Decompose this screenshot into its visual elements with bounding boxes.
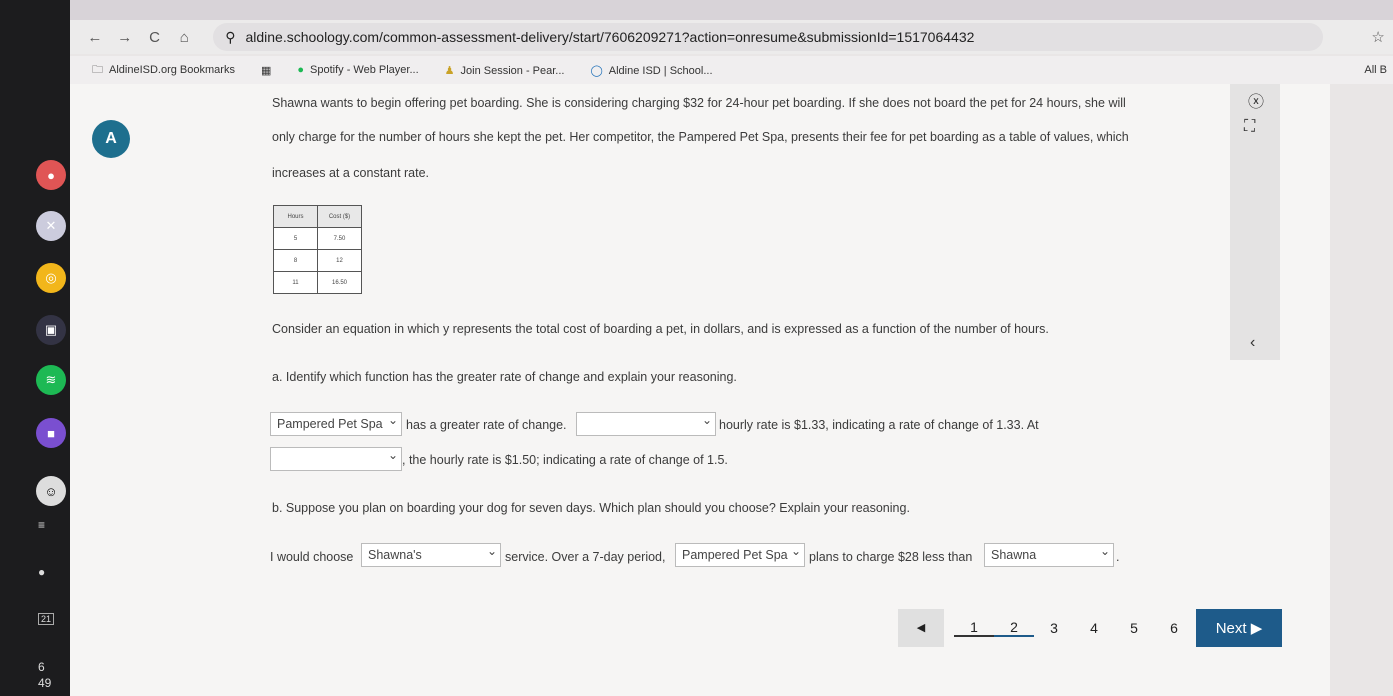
prev-button[interactable]: ◀: [898, 609, 944, 647]
app-icon[interactable]: ■: [36, 418, 66, 448]
question-text: Shawna wants to begin offering pet board…: [272, 96, 1126, 110]
question-text: increases at a constant rate.: [272, 166, 430, 180]
part-b-prompt: b. Suppose you plan on boarding your dog…: [272, 501, 910, 515]
bookmark[interactable]: 🗀 AldineISD.org Bookmarks: [92, 61, 235, 80]
bookmark[interactable]: ♟ Join Session - Pear...: [445, 64, 565, 77]
cost-table: Hours Cost ($) 5 7.50 8 12 11 16.50: [273, 205, 362, 294]
answer-text: , the hourly rate is $1.50; indicating a…: [402, 453, 728, 467]
apps-icon[interactable]: ▦: [261, 64, 271, 77]
dropdown-a2[interactable]: [576, 412, 716, 436]
star-icon[interactable]: ☆: [1363, 28, 1393, 46]
app-icon[interactable]: ●: [36, 160, 66, 190]
page-6[interactable]: 6: [1154, 620, 1194, 636]
page-4[interactable]: 4: [1074, 620, 1114, 636]
back-icon[interactable]: ←: [80, 29, 110, 46]
answer-text: service. Over a 7-day period,: [505, 550, 666, 564]
read-aloud-icon[interactable]: A: [92, 120, 130, 158]
answer-text: .: [1116, 550, 1120, 564]
clock-minute: 49: [38, 676, 52, 690]
info-icon[interactable]: ●: [38, 565, 45, 579]
dropdown-b3[interactable]: Shawna: [984, 543, 1114, 567]
bookmarks-bar: 🗀 AldineISD.org Bookmarks ▦ ● Spotify - We…: [70, 56, 1393, 84]
folder-icon: 🗀: [92, 63, 103, 76]
next-button[interactable]: Next ▶: [1196, 609, 1282, 647]
app-icon[interactable]: ▣: [36, 315, 66, 345]
chrome-icon[interactable]: ◎: [36, 263, 66, 293]
reload-icon[interactable]: C: [140, 29, 170, 46]
all-bookmarks[interactable]: All B: [1364, 64, 1387, 76]
schoology-icon: ◯: [590, 64, 603, 77]
fullscreen-icon[interactable]: ⛶: [1244, 118, 1255, 136]
site-info-icon[interactable]: ⚲: [225, 29, 235, 46]
part-a-prompt: a. Identify which function has the great…: [272, 370, 737, 384]
answer-text: plans to charge $28 less than: [809, 550, 973, 564]
forward-icon[interactable]: →: [110, 29, 140, 46]
url-text: aldine.schoology.com/common-assessment-d…: [245, 29, 975, 45]
collapse-icon[interactable]: ‹: [1250, 334, 1255, 352]
question-text: Consider an equation in which y represen…: [272, 322, 1049, 336]
tab-strip: [70, 0, 1393, 20]
dropdown-a3[interactable]: [270, 447, 402, 471]
page-1[interactable]: 1: [954, 619, 994, 637]
calculator-icon[interactable]: ⓧ: [1248, 88, 1264, 112]
answer-text: has a greater rate of change.: [406, 418, 567, 432]
address-bar[interactable]: ⚲ aldine.schoology.com/common-assessment-…: [213, 23, 1324, 51]
question-text: only charge for the number of hours she …: [272, 130, 1129, 144]
bookmark[interactable]: ● Spotify - Web Player...: [297, 64, 418, 76]
answer-text: hourly rate is $1.33, indicating a rate …: [719, 418, 1039, 432]
page-5[interactable]: 5: [1114, 620, 1154, 636]
calendar-icon[interactable]: 21: [38, 613, 55, 625]
app-icon[interactable]: ☺: [36, 476, 66, 506]
toolbar: ← → C ⌂ ⚲ aldine.schoology.com/common-ass…: [70, 20, 1393, 54]
clock-hour: 6: [38, 660, 45, 674]
pear-icon: ♟: [444, 64, 455, 77]
spotify-icon[interactable]: ≋: [36, 365, 66, 395]
dropdown-a1[interactable]: Pampered Pet Spa: [270, 412, 402, 436]
page-2[interactable]: 2: [994, 619, 1034, 637]
dropdown-b2[interactable]: Pampered Pet Spa: [675, 543, 805, 567]
spotify-icon: ●: [297, 64, 305, 76]
home-icon[interactable]: ⌂: [169, 29, 199, 46]
bookmark[interactable]: ◯ Aldine ISD | School...: [590, 64, 712, 77]
app-icon[interactable]: ✕: [36, 211, 66, 241]
os-shelf: ● ✕ ◎ ▣ ≋ ■ ☺ ≡ ● 21 6 49: [0, 0, 70, 696]
page-3[interactable]: 3: [1034, 620, 1074, 636]
menu-icon[interactable]: ≡: [38, 518, 45, 532]
dropdown-b1[interactable]: Shawna's: [361, 543, 501, 567]
answer-text: I would choose: [270, 550, 354, 564]
tools-panel: ⓧ ⛶ ‹: [1230, 84, 1280, 360]
assessment-page: [70, 84, 1330, 696]
pagination: ◀ 1 2 3 4 5 6: [898, 609, 1194, 647]
